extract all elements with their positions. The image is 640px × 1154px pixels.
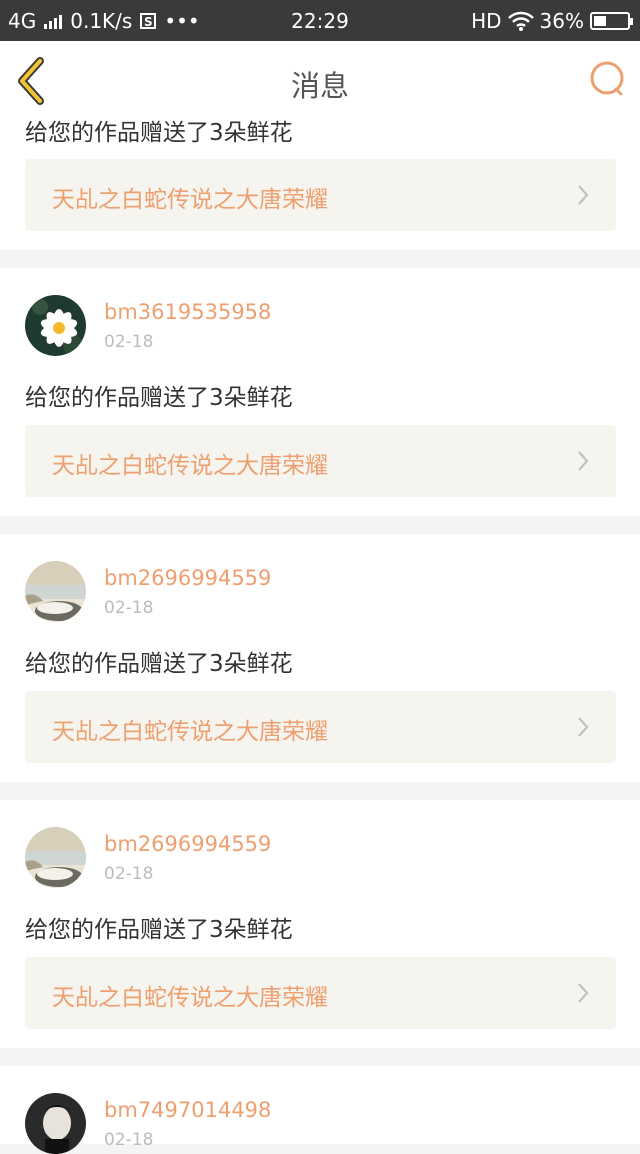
sender-username[interactable]: bm7497014498	[104, 1098, 271, 1122]
page-title: 消息	[290, 69, 349, 103]
work-title: 天乩之白蛇传说之大唐荣耀	[52, 719, 328, 745]
battery-percent: 36%	[539, 9, 584, 33]
chevron-right-icon	[578, 451, 589, 471]
sender-username[interactable]: bm2696994559	[104, 832, 271, 856]
work-link[interactable]: 天乩之白蛇传说之大唐荣耀	[25, 957, 616, 1029]
sent-date: 02-18	[104, 598, 154, 618]
sent-date: 02-18	[104, 1130, 154, 1150]
work-title: 天乩之白蛇传说之大唐荣耀	[52, 453, 328, 479]
beach-scene-avatar[interactable]	[25, 827, 86, 888]
sender-username[interactable]: bm2696994559	[104, 566, 271, 590]
battery-icon	[590, 12, 633, 30]
sent-date: 02-18	[104, 332, 154, 352]
daisy-flower-avatar[interactable]	[25, 295, 86, 356]
work-link[interactable]: 天乩之白蛇传说之大唐荣耀	[25, 159, 616, 231]
person-avatar[interactable]	[25, 1093, 86, 1154]
message-text: 给您的作品赠送了3朵鲜花	[25, 917, 293, 943]
sent-date: 02-18	[104, 864, 154, 884]
chevron-right-icon	[578, 717, 589, 737]
work-title: 天乩之白蛇传说之大唐荣耀	[52, 985, 328, 1011]
chevron-right-icon	[578, 185, 589, 205]
message-card: 给您的作品赠送了3朵鲜花 天乩之白蛇传说之大唐荣耀	[0, 119, 640, 250]
message-text: 给您的作品赠送了3朵鲜花	[25, 120, 293, 146]
work-link[interactable]: 天乩之白蛇传说之大唐荣耀	[25, 425, 616, 497]
chevron-right-icon	[578, 983, 589, 1003]
beach-scene-avatar[interactable]	[25, 561, 86, 622]
message-text: 给您的作品赠送了3朵鲜花	[25, 651, 293, 677]
search-icon[interactable]	[588, 59, 628, 99]
message-text: 给您的作品赠送了3朵鲜花	[25, 385, 293, 411]
sender-username[interactable]: bm3619535958	[104, 300, 271, 324]
status-bar: 4G 0.1K/s S ••• 22:29 HD 36%	[0, 0, 640, 41]
message-card: bm7497014498 02-18	[0, 1066, 640, 1154]
work-link[interactable]: 天乩之白蛇传说之大唐荣耀	[25, 691, 616, 763]
wifi-icon	[507, 11, 534, 31]
message-card: bm2696994559 02-18 给您的作品赠送了3朵鲜花 天乩之白蛇传说之…	[0, 800, 640, 1048]
nav-bar: 消息	[0, 41, 640, 120]
hd-indicator: HD	[471, 9, 502, 33]
work-title: 天乩之白蛇传说之大唐荣耀	[52, 187, 328, 213]
message-card: bm3619535958 02-18 给您的作品赠送了3朵鲜花 天乩之白蛇传说之…	[0, 268, 640, 516]
message-card: bm2696994559 02-18 给您的作品赠送了3朵鲜花 天乩之白蛇传说之…	[0, 534, 640, 782]
